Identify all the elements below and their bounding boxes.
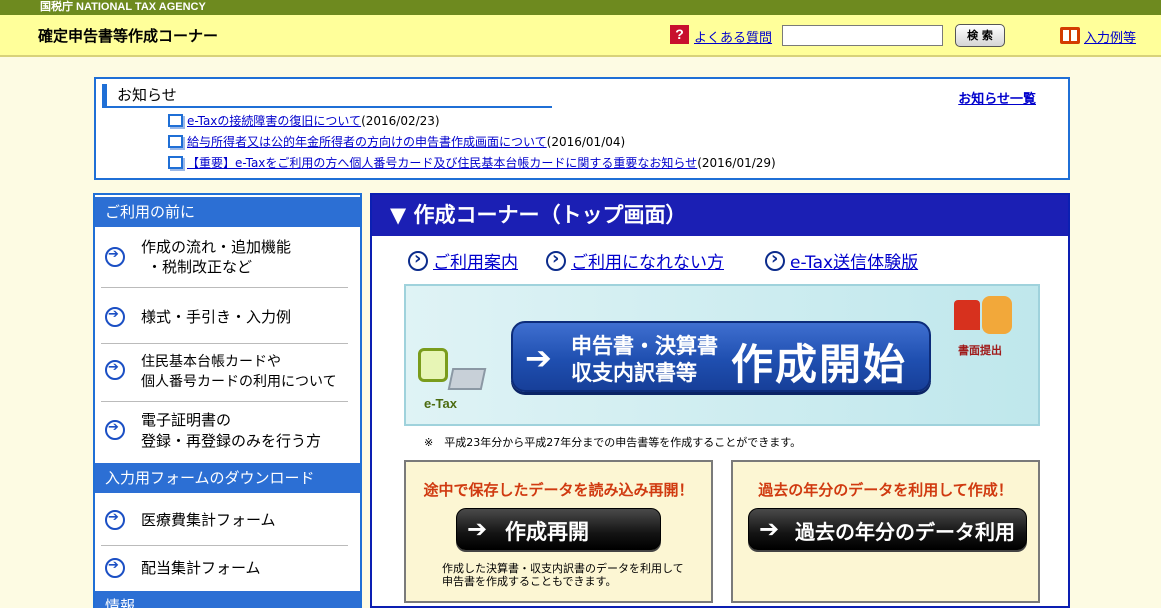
notice-item: 【重要】e-Taxをご利用の方へ個人番号カード及び住民基本台帳カードに関する重要… xyxy=(168,154,776,171)
arrow-right-icon xyxy=(105,307,125,327)
arrow-right-icon: ➔ xyxy=(467,515,488,543)
sidebar-heading: 入力用フォームのダウンロード xyxy=(95,463,360,493)
arrow-right-icon: ➔ xyxy=(759,515,780,543)
main-heading: ▼ 作成コーナー（トップ画面） xyxy=(372,195,1068,236)
resume-desc-line: 申告書を作成することもできます。 xyxy=(442,575,617,588)
divider xyxy=(101,343,348,344)
notice-link[interactable]: 給与所得者又は公的年金所得者の方向けの申告書作成画面について xyxy=(187,135,547,149)
start-button[interactable]: ➔ 申告書・決算書 収支内訳書等 作成開始 xyxy=(511,321,931,392)
notice-box: お知らせ お知らせ一覧 e-Taxの接続障害の復旧について(2016/02/23… xyxy=(94,77,1070,180)
sidebar-item-forms[interactable]: 様式・手引き・入力例 xyxy=(101,307,348,329)
notice-date: (2016/02/23) xyxy=(361,114,440,128)
question-icon[interactable]: ? xyxy=(670,25,689,44)
notice-item: 給与所得者又は公的年金所得者の方向けの申告書作成画面について(2016/01/0… xyxy=(168,133,625,150)
faq-link[interactable]: よくある質問 xyxy=(694,27,772,46)
etax-trial-link[interactable]: e-Tax送信体験版 xyxy=(790,253,918,273)
notice-link[interactable]: e-Taxの接続障害の復旧について xyxy=(187,114,361,128)
sidebar-item-label: ・税制改正など xyxy=(147,258,253,276)
divider xyxy=(101,401,348,402)
chevron-right-icon xyxy=(408,248,428,271)
sidebar-item-label: 住民基本台帳カードや xyxy=(141,354,281,370)
arrow-right-icon xyxy=(105,360,125,380)
window-icon xyxy=(168,114,183,127)
past-data-title: 過去の年分のデータを利用して作成！ xyxy=(758,481,1013,499)
year-note: ※ 平成23年分から平成27年分までの申告書等を作成することができます。 xyxy=(424,436,802,449)
sidebar-item-dividend[interactable]: 配当集計フォーム xyxy=(101,558,348,580)
search-input[interactable] xyxy=(782,25,943,46)
start-label: 作成開始 xyxy=(731,340,908,389)
search-button[interactable]: 検 索 xyxy=(955,24,1005,47)
trial-link-row[interactable]: e-Tax送信体験版 xyxy=(765,248,918,273)
agency-bar: 国税庁 NATIONAL TAX AGENCY xyxy=(0,0,1161,15)
notice-heading: お知らせ xyxy=(102,84,552,108)
etax-label: e-Tax xyxy=(424,396,457,411)
sidebar-item-label: 配当集計フォーム xyxy=(141,559,261,577)
site-title: 確定申告書等作成コーナー xyxy=(38,27,219,45)
paper-submission-label: 書面提出 xyxy=(958,344,1002,357)
postbox-character-icon xyxy=(954,294,1016,336)
sidebar-item-label: 作成の流れ・追加機能 xyxy=(141,238,292,256)
notice-date: (2016/01/04) xyxy=(546,135,626,149)
header: 確定申告書等作成コーナー ? よくある質問 検 索 入力例等 xyxy=(0,15,1161,57)
divider xyxy=(101,545,348,546)
sidebar-item-certificate[interactable]: 電子証明書の 登録・再登録のみを行う方 xyxy=(101,410,348,450)
sidebar-item-medical[interactable]: 医療費集計フォーム xyxy=(101,510,348,532)
sidebar-item-cards[interactable]: 住民基本台帳カードや 個人番号カードの利用について xyxy=(101,352,348,392)
resume-card: 途中で保存したデータを読み込み再開！ ➔ 作成再開 作成した決算書・収支内訳書の… xyxy=(404,460,713,603)
chevron-right-icon xyxy=(765,248,785,271)
notice-all-link[interactable]: お知らせ一覧 xyxy=(958,88,1036,107)
sidebar-heading: ご利用の前に xyxy=(95,197,360,227)
sidebar-item-label: 医療費集計フォーム xyxy=(141,511,276,529)
past-data-button[interactable]: ➔ 過去の年分のデータ利用 xyxy=(748,508,1027,550)
book-icon[interactable] xyxy=(1060,27,1080,44)
notice-date: (2016/01/29) xyxy=(697,156,776,170)
arrow-right-icon: ➔ xyxy=(525,339,552,377)
divider xyxy=(101,287,348,288)
resume-title: 途中で保存したデータを読み込み再開！ xyxy=(423,481,694,499)
unavailable-link-row[interactable]: ご利用になれない方 xyxy=(546,248,724,273)
resume-button-label: 作成再開 xyxy=(505,520,589,544)
chevron-right-icon xyxy=(546,248,566,271)
postbox-icon xyxy=(954,300,980,330)
arrow-right-icon xyxy=(105,558,125,578)
sidebar-heading: 情報 xyxy=(95,591,360,608)
start-line2: 収支内訳書等 xyxy=(571,361,697,385)
arrow-right-icon xyxy=(105,420,125,440)
start-line1: 申告書・決算書 xyxy=(571,334,718,358)
sidebar-item-label: 様式・手引き・入力例 xyxy=(141,308,292,326)
window-icon xyxy=(168,135,183,148)
past-data-card: 過去の年分のデータを利用して作成！ ➔ 過去の年分のデータ利用 xyxy=(731,460,1040,603)
arrow-right-icon xyxy=(105,510,125,530)
agency-label: 国税庁 NATIONAL TAX AGENCY xyxy=(40,1,206,13)
resume-description: 作成した決算書・収支内訳書のデータを利用して 申告書を作成することもできます。 xyxy=(442,562,684,588)
arrow-right-icon xyxy=(105,247,125,267)
sidebar-item-label: 電子証明書の xyxy=(141,411,232,429)
past-data-button-label: 過去の年分のデータ利用 xyxy=(795,520,1015,544)
person-icon xyxy=(982,296,1012,334)
sidebar: ご利用の前に 作成の流れ・追加機能 ・税制改正など 様式・手引き・入力例 住民基… xyxy=(93,193,362,608)
unavailable-link[interactable]: ご利用になれない方 xyxy=(571,253,724,273)
resume-button[interactable]: ➔ 作成再開 xyxy=(456,508,661,550)
etax-character-icon xyxy=(418,348,448,382)
sidebar-item-label: 個人番号カードの利用について xyxy=(141,374,337,390)
notice-link[interactable]: 【重要】e-Taxをご利用の方へ個人番号カード及び住民基本台帳カードに関する重要… xyxy=(187,156,697,170)
input-example-link[interactable]: 入力例等 xyxy=(1084,27,1136,46)
resume-desc-line: 作成した決算書・収支内訳書のデータを利用して xyxy=(442,562,684,575)
notice-item: e-Taxの接続障害の復旧について(2016/02/23) xyxy=(168,112,440,129)
guide-link[interactable]: ご利用案内 xyxy=(433,253,518,273)
sidebar-item-label: 登録・再登録のみを行う方 xyxy=(141,432,322,450)
sidebar-item-flow[interactable]: 作成の流れ・追加機能 ・税制改正など xyxy=(101,237,348,281)
laptop-icon xyxy=(447,368,487,390)
guide-link-row[interactable]: ご利用案内 xyxy=(408,248,518,273)
start-banner[interactable]: e-Tax ➔ 申告書・決算書 収支内訳書等 作成開始 書面提出 xyxy=(404,284,1040,426)
window-icon xyxy=(168,156,183,169)
main-panel: ▼ 作成コーナー（トップ画面） ご利用案内 ご利用になれない方 e-Tax送信体… xyxy=(370,193,1070,608)
